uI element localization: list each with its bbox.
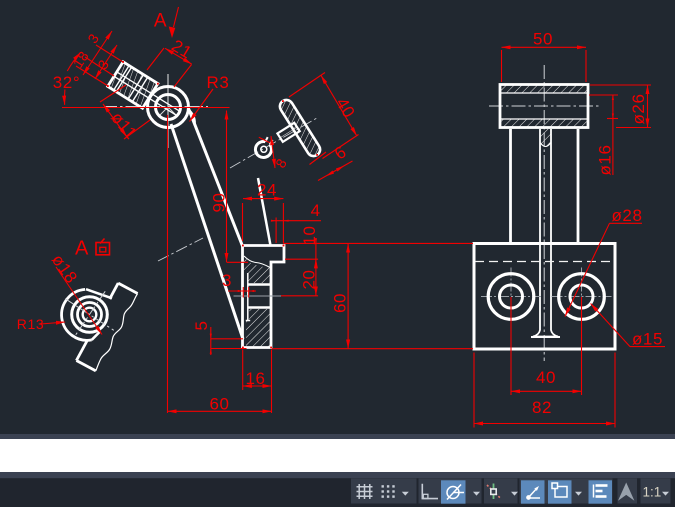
svg-text:40: 40 bbox=[332, 94, 359, 121]
svg-text:R3: R3 bbox=[207, 73, 230, 92]
svg-text:8: 8 bbox=[272, 155, 290, 170]
svg-text:ø26: ø26 bbox=[629, 93, 648, 124]
svg-text:ø28: ø28 bbox=[611, 206, 642, 225]
svg-text:ø11: ø11 bbox=[107, 108, 141, 143]
svg-text:6: 6 bbox=[331, 142, 350, 163]
svg-text:R13: R13 bbox=[17, 316, 44, 332]
svg-text:A: A bbox=[154, 11, 167, 32]
svg-text:10: 10 bbox=[300, 225, 319, 245]
svg-text:40: 40 bbox=[536, 368, 556, 387]
svg-text:3: 3 bbox=[222, 271, 232, 290]
svg-text:5: 5 bbox=[192, 320, 211, 330]
svg-text:82: 82 bbox=[532, 398, 552, 417]
svg-text:A: A bbox=[75, 238, 89, 260]
svg-text:21: 21 bbox=[168, 36, 195, 63]
svg-text:1:1: 1:1 bbox=[643, 484, 662, 499]
svg-text:60: 60 bbox=[331, 293, 350, 313]
svg-text:16: 16 bbox=[245, 369, 265, 388]
svg-text:50: 50 bbox=[533, 30, 553, 49]
svg-text:ø15: ø15 bbox=[632, 330, 663, 349]
svg-text:ø16: ø16 bbox=[596, 144, 615, 175]
svg-text:32°: 32° bbox=[53, 73, 81, 92]
svg-text:4: 4 bbox=[311, 201, 321, 220]
svg-text:3: 3 bbox=[84, 30, 102, 46]
svg-text:20: 20 bbox=[300, 269, 319, 289]
svg-text:24: 24 bbox=[257, 181, 277, 200]
svg-text:60: 60 bbox=[209, 395, 229, 414]
svg-text:90: 90 bbox=[210, 192, 229, 212]
svg-text:3: 3 bbox=[94, 56, 112, 72]
